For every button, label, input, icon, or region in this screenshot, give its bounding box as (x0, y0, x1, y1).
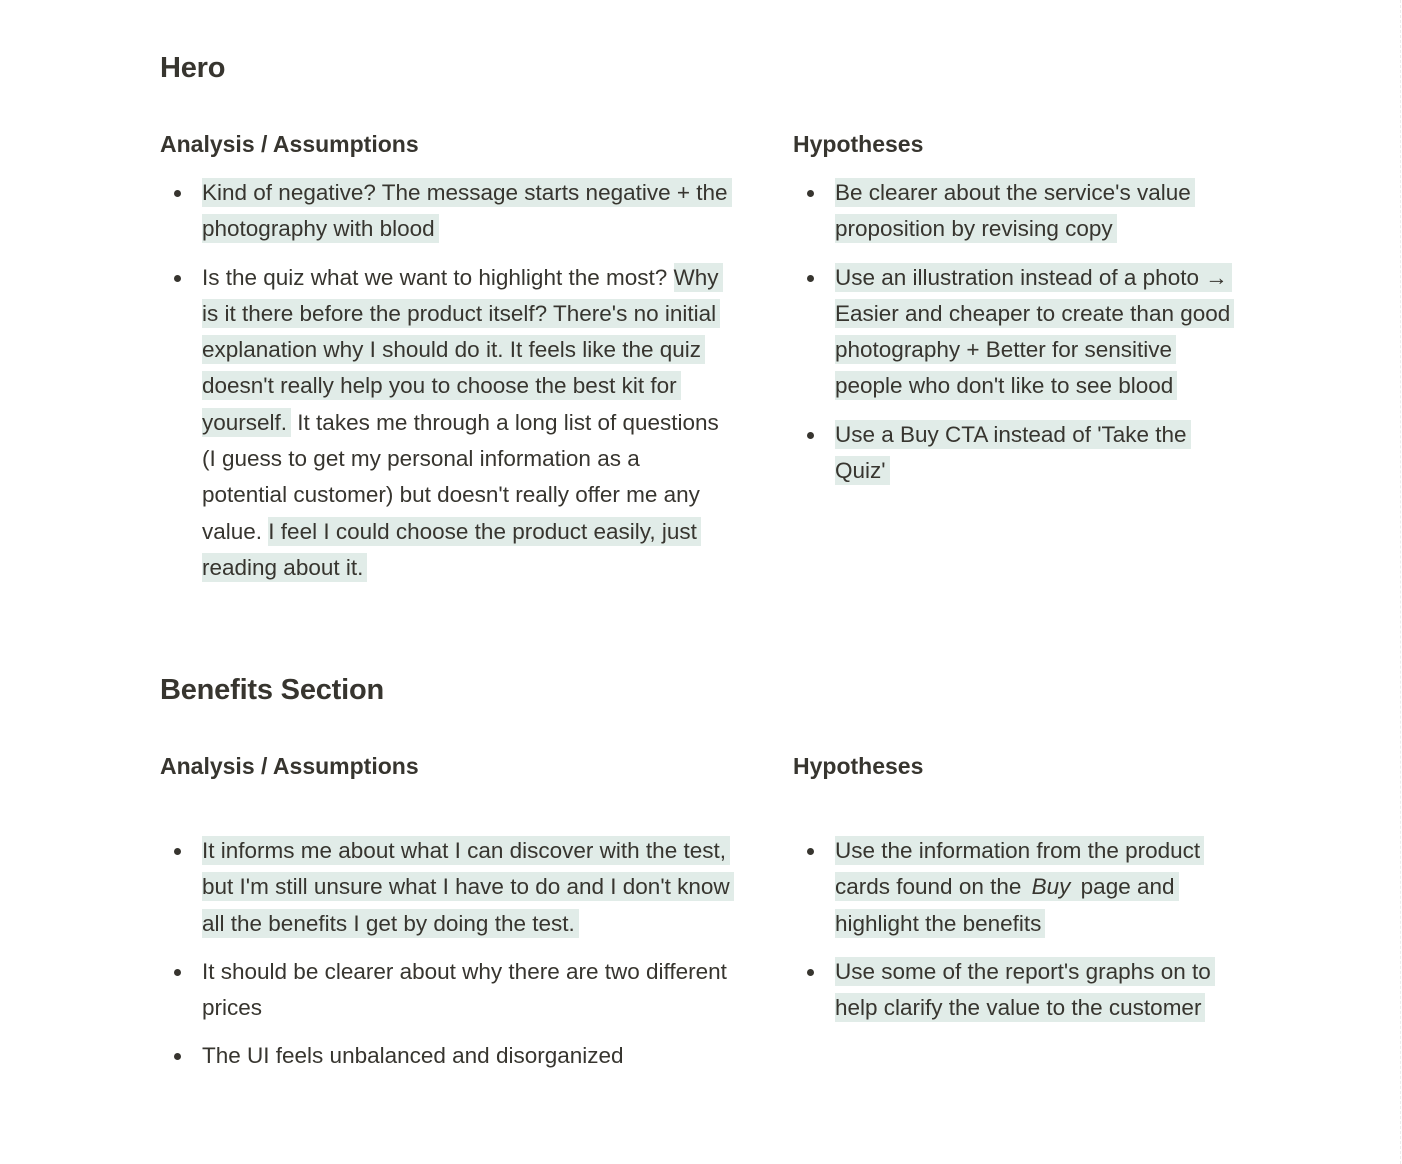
section-title-benefits: Benefits Section (160, 674, 385, 706)
highlighted-text: Be clearer about the service's value pro… (835, 178, 1195, 244)
list-item: Use the information from the product car… (793, 833, 1243, 942)
hero-hypotheses-heading: Hypotheses (793, 131, 924, 157)
list-item-text: The UI feels unbalanced and disorganized (202, 1043, 624, 1069)
benefits-analysis-heading: Analysis / Assumptions (160, 753, 419, 779)
benefits-hypotheses-column: Hypotheses Use the information from the … (793, 751, 1243, 1038)
list-item: It should be clearer about why there are… (160, 954, 730, 1027)
hero-hypotheses-list: Be clearer about the service's value pro… (793, 175, 1243, 489)
list-item-text: Is the quiz what we want to highlight th… (202, 264, 674, 290)
list-item: Use an illustration instead of a photo →… (793, 260, 1243, 405)
bullet-icon (174, 848, 181, 855)
list-item-text: It should be clearer about why there are… (202, 958, 727, 1021)
section-title-hero: Hero (160, 52, 226, 84)
bullet-icon (174, 190, 181, 197)
hero-analysis-heading: Analysis / Assumptions (160, 131, 419, 157)
hero-analysis-list: Kind of negative? The message starts neg… (160, 175, 732, 587)
benefits-analysis-column: Analysis / Assumptions It informs me abo… (160, 751, 734, 1087)
bullet-icon (807, 968, 814, 976)
list-item: Be clearer about the service's value pro… (793, 175, 1243, 248)
highlighted-text: Buy (1031, 872, 1075, 902)
highlighted-text: Use a Buy CTA instead of 'Take the Quiz' (835, 419, 1191, 486)
list-item: Kind of negative? The message starts neg… (160, 175, 732, 248)
list-item: Use a Buy CTA instead of 'Take the Quiz' (793, 417, 1243, 490)
bullet-icon (807, 190, 814, 197)
benefits-analysis-list: It informs me about what I can discover … (160, 833, 734, 1075)
highlighted-text: Use some of the report's graphs on to he… (835, 956, 1215, 1023)
hero-hypotheses-column: Hypotheses Be clearer about the service'… (793, 129, 1243, 501)
benefits-hypotheses-heading: Hypotheses (793, 753, 924, 779)
bullet-icon (174, 274, 181, 282)
highlighted-text: Use an illustration instead of a photo →… (835, 262, 1235, 401)
highlighted-text: I feel I could choose the product easily… (202, 516, 701, 582)
benefits-hypotheses-list: Use the information from the product car… (793, 833, 1243, 1026)
bullet-icon (807, 848, 814, 855)
bullet-icon (174, 1053, 181, 1061)
hero-analysis-column: Analysis / Assumptions Kind of negative?… (160, 129, 732, 598)
bullet-icon (174, 968, 181, 976)
highlighted-text: Kind of negative? The message starts neg… (202, 178, 732, 244)
bullet-icon (807, 431, 814, 439)
list-item: Use some of the report's graphs on to he… (793, 954, 1243, 1027)
list-item: Is the quiz what we want to highlight th… (160, 260, 730, 587)
list-item: It informs me about what I can discover … (160, 833, 734, 942)
bullet-icon (807, 274, 814, 282)
highlighted-text: It informs me about what I can discover … (202, 836, 734, 938)
list-item: The UI feels unbalanced and disorganized (160, 1038, 730, 1074)
